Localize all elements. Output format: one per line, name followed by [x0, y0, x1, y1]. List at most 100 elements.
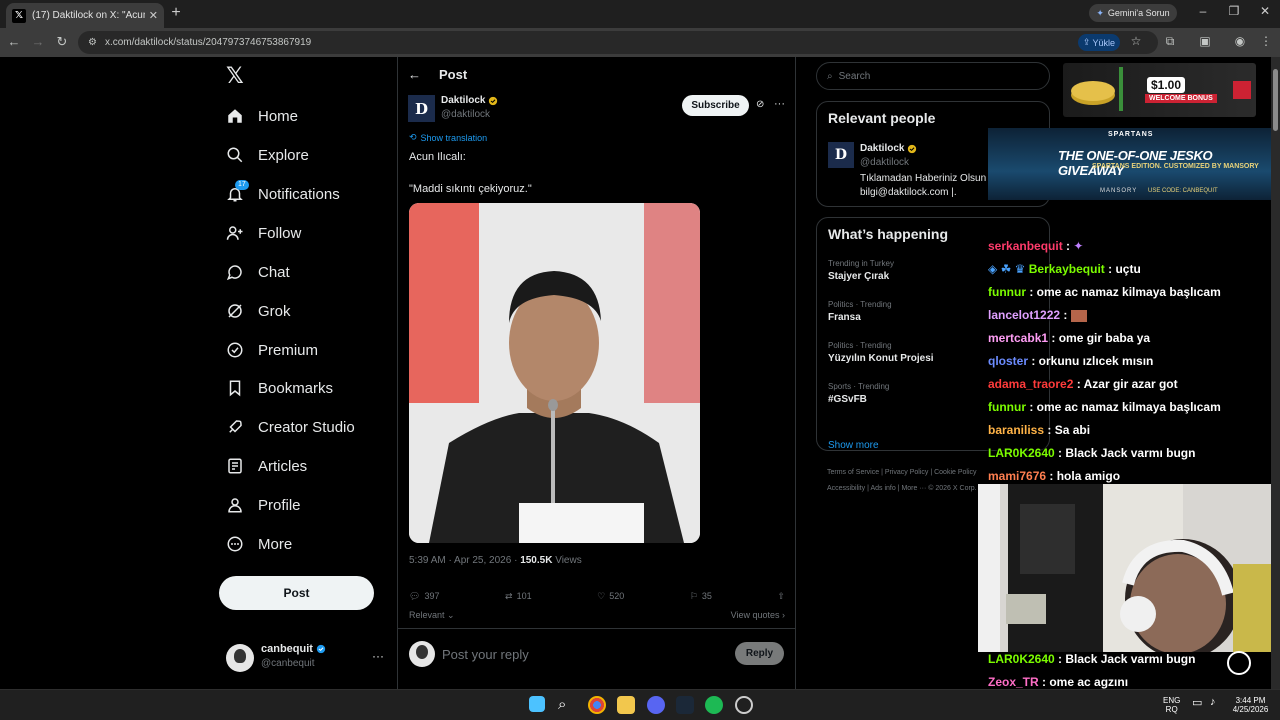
nav-label: Home — [258, 107, 299, 125]
person-avatar[interactable]: D — [828, 142, 854, 168]
back-arrow-icon[interactable]: ← — [408, 67, 421, 82]
url-field[interactable]: ⚙ x.com/daktilock/status/204797374675386… — [78, 31, 1158, 54]
nav-chat[interactable]: Chat — [226, 256, 290, 288]
show-more-link[interactable]: Show more — [828, 440, 879, 451]
subscribe-button[interactable]: Subscribe — [682, 95, 749, 116]
nav-more[interactable]: More — [226, 528, 292, 560]
show-translation-label: Show translation — [420, 132, 488, 143]
new-tab-icon[interactable]: + — [169, 4, 183, 22]
chat-text: : hola amigo — [1046, 469, 1121, 483]
grok-icon[interactable]: ⊘ — [756, 99, 764, 110]
scrollbar-thumb[interactable] — [1273, 69, 1278, 131]
bonus-amount: $1.00 — [1147, 77, 1186, 93]
search-icon: ⌕ — [827, 70, 833, 82]
nav-creator-studio[interactable]: Creator Studio — [226, 411, 355, 443]
repost-action[interactable]: ⇄ 101 — [505, 588, 532, 604]
chat-text: : Azar gir azar got — [1073, 377, 1178, 391]
search-icon[interactable]: ⌕ — [558, 696, 576, 714]
window-close-icon[interactable]: ✕ — [1255, 4, 1275, 18]
more-icon[interactable]: ··· — [372, 649, 384, 663]
maximize-icon[interactable]: ❐ — [1224, 4, 1244, 18]
extensions-icon[interactable]: ⧉ — [1162, 34, 1178, 49]
x-logo-icon[interactable]: 𝕏 — [226, 65, 248, 87]
emote-icon: ✦ — [1073, 239, 1084, 253]
sort-dropdown[interactable]: Relevant ⌄ — [409, 610, 455, 621]
nav-bookmarks[interactable]: Bookmarks — [226, 372, 333, 404]
heart-icon: ♡ — [597, 590, 606, 601]
nav-notifications[interactable]: 17 Notifications — [226, 178, 340, 210]
reload-icon[interactable]: ↻ — [54, 34, 70, 50]
nav-home[interactable]: Home — [226, 100, 298, 132]
scrollbar[interactable] — [1271, 57, 1280, 689]
forward-icon[interactable]: → — [30, 34, 46, 50]
avatar — [226, 644, 254, 672]
trend-item[interactable]: Politics · Trending Fransa — [828, 300, 892, 323]
chat-text: : Black Jack varmı bugn — [1054, 652, 1196, 666]
network-icon[interactable]: ▭ — [1192, 696, 1202, 709]
chrome-icon[interactable] — [588, 696, 606, 714]
trend-item[interactable]: Trending in Turkey Stajyer Çırak — [828, 259, 894, 282]
share-action[interactable]: ⇧ — [777, 588, 785, 604]
chat-text: : — [1060, 308, 1071, 322]
nav-profile[interactable]: Profile — [226, 489, 301, 521]
nav-follow[interactable]: Follow — [226, 217, 301, 249]
person-name-row[interactable]: Daktilock — [860, 143, 917, 154]
chat-icon — [226, 265, 242, 281]
search-input[interactable]: ⌕ Search — [816, 62, 1050, 90]
profile-icon[interactable]: ◉ — [1232, 34, 1248, 48]
upload-button[interactable]: ⇪ Yükle — [1078, 34, 1120, 51]
back-icon[interactable]: ← — [6, 34, 22, 50]
nav-articles[interactable]: Articles — [226, 450, 307, 482]
portrait-image — [409, 203, 700, 543]
nav-explore[interactable]: Explore — [226, 139, 309, 171]
post-text-line: "Maddi sıkıntı çekiyoruz." — [409, 183, 532, 195]
lang-line: ENG — [1163, 696, 1181, 705]
nav-grok[interactable]: Grok — [226, 295, 291, 327]
views-count: 150.5K — [520, 555, 553, 566]
menu-icon[interactable]: ⋮ — [1258, 34, 1274, 48]
more-icon[interactable]: ··· — [774, 98, 785, 110]
browser-tab[interactable]: 𝕏 (17) Daktilock on X: "Acun Ilıcalı ✕ — [6, 3, 164, 28]
site-info-icon[interactable]: ⚙ — [88, 37, 97, 48]
gold-verified-icon — [489, 96, 498, 105]
trend-item[interactable]: Sports · Trending #GSvFB — [828, 382, 889, 405]
language-indicator[interactable]: ENG RQ — [1163, 696, 1180, 714]
minimize-icon[interactable]: – — [1193, 4, 1213, 18]
repost-icon: ⇄ — [505, 590, 513, 601]
spotify-icon[interactable] — [705, 696, 723, 714]
sidepanel-icon[interactable]: ▣ — [1197, 34, 1213, 48]
author-handle[interactable]: @daktilock — [441, 109, 490, 120]
steam-icon[interactable] — [676, 696, 694, 714]
windows-start-icon[interactable] — [529, 696, 545, 712]
author-name-row[interactable]: Daktilock — [441, 95, 498, 106]
close-icon[interactable]: ✕ — [149, 9, 158, 22]
reply-button[interactable]: Reply — [735, 642, 784, 665]
post-button[interactable]: Post — [219, 576, 374, 610]
trend-item[interactable]: Politics · Trending Yüzyılın Konut Proje… — [828, 341, 934, 364]
discord-icon[interactable] — [647, 696, 665, 714]
chat-message: qloster : orkunu ızlıcek mısın — [988, 354, 1153, 368]
view-quotes-link[interactable]: View quotes › — [731, 610, 785, 621]
folder-icon[interactable] — [617, 696, 635, 714]
bookmark-action[interactable]: ⚐ 35 — [690, 588, 712, 604]
nav-label: Premium — [258, 341, 319, 359]
nav-premium[interactable]: Premium — [226, 334, 318, 366]
gemini-button[interactable]: ✦ Gemini'a Sorun — [1089, 4, 1177, 22]
x-logo-icon: 𝕏 — [12, 8, 26, 23]
emote-icon — [1070, 309, 1087, 322]
author-avatar[interactable]: D — [408, 95, 435, 122]
reply-action[interactable]: 💬︎ 397 — [409, 588, 439, 604]
star-icon[interactable]: ☆ — [1128, 34, 1144, 48]
reply-sort-row: Relevant ⌄ View quotes › — [409, 610, 785, 621]
clock[interactable]: 3:44 PM 4/25/2026 — [1228, 696, 1273, 714]
post-photo[interactable] — [409, 203, 700, 543]
repost-count: 101 — [516, 591, 532, 601]
like-action[interactable]: ♡ 520 — [597, 588, 624, 604]
app-icon[interactable] — [735, 696, 753, 714]
account-switcher[interactable]: canbequit @canbequit ··· — [226, 641, 386, 675]
show-translation-link[interactable]: ⟲ Show translation — [409, 132, 487, 143]
volume-icon[interactable]: ♪ — [1210, 696, 1216, 708]
reply-input[interactable]: Post your reply — [442, 647, 529, 662]
chat-bubble-icon — [1227, 651, 1251, 675]
post-text: Acun Ilıcalı: "Maddi sıkıntı çekiyoruz." — [409, 149, 532, 197]
